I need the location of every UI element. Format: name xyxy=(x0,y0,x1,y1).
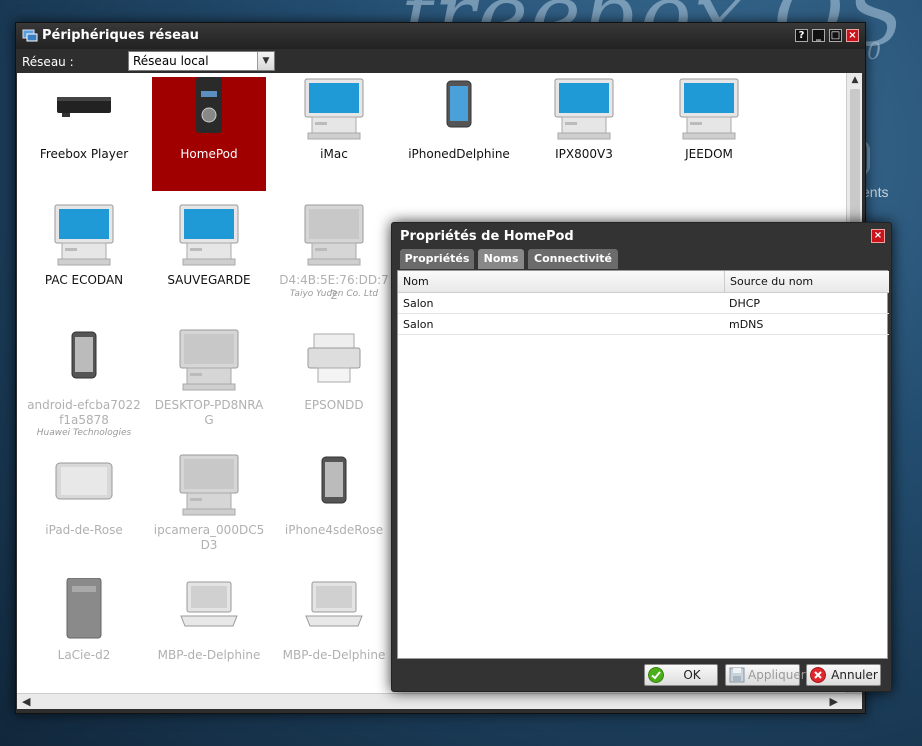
table-header: Nom Source du nom xyxy=(398,271,889,293)
device-name: ipcamera_000DC5D3 xyxy=(153,523,265,552)
column-header-name[interactable]: Nom xyxy=(398,271,724,293)
monitor-icon xyxy=(179,454,239,516)
horizontal-scrollbar[interactable]: ◀ ▶ xyxy=(17,693,862,709)
laptop-icon xyxy=(305,581,363,627)
device-item[interactable]: PAC ECODAN xyxy=(27,203,141,317)
device-name: iMac xyxy=(320,147,348,161)
device-name: LaCie-d2 xyxy=(57,648,111,662)
device-item[interactable]: iPad-de-Rose xyxy=(27,453,141,567)
device-vendor: Huawei Technologies xyxy=(36,428,132,438)
column-header-source[interactable]: Source du nom xyxy=(724,271,889,293)
cell-source: mDNS xyxy=(729,318,764,331)
device-item[interactable]: iPhone4sdeRose xyxy=(277,453,391,567)
dialog-title: Propriétés de HomePod xyxy=(400,229,574,244)
desktop-version-text: 0 xyxy=(867,40,881,65)
help-button[interactable]: ? xyxy=(795,29,808,42)
monitor-icon xyxy=(554,78,614,140)
network-select[interactable]: Réseau local ▼ xyxy=(128,51,275,71)
table-row[interactable]: Salon mDNS xyxy=(398,314,889,335)
laptop-icon xyxy=(180,581,238,627)
cancel-label: Annuler xyxy=(831,668,878,682)
network-label: Réseau : xyxy=(22,55,74,69)
homepod-icon xyxy=(196,77,222,133)
device-item[interactable]: iPhonedDelphine xyxy=(402,77,516,191)
device-item[interactable]: Freebox Player xyxy=(27,77,141,191)
table-row[interactable]: Salon DHCP xyxy=(398,293,889,314)
scroll-right-icon[interactable]: ▶ xyxy=(830,695,838,708)
device-item[interactable]: IPX800V3 xyxy=(527,77,641,191)
ok-label: OK xyxy=(683,668,701,682)
scroll-up-icon[interactable]: ▲ xyxy=(847,75,863,85)
device-item[interactable]: SAUVEGARDE xyxy=(152,203,266,317)
device-name: Freebox Player xyxy=(39,147,129,161)
cancel-icon xyxy=(810,667,826,683)
device-name: iPhone4sdeRose xyxy=(284,523,384,537)
device-item[interactable]: JEEDOM xyxy=(652,77,766,191)
tab-properties[interactable]: Propriétés xyxy=(400,249,474,269)
device-name: IPX800V3 xyxy=(555,147,613,161)
close-button[interactable]: × xyxy=(846,29,859,42)
device-name: SAUVEGARDE xyxy=(167,273,251,287)
device-vendor: Taiyo Yuden Co. Ltd xyxy=(289,289,379,299)
device-item[interactable]: MBP-de-Delphine xyxy=(152,578,266,692)
scroll-thumb[interactable] xyxy=(850,89,860,229)
device-name: android-efcba7022f1a5878 xyxy=(27,398,141,427)
device-name: EPSONDD xyxy=(304,398,364,412)
minimize-button[interactable]: _ xyxy=(812,29,825,42)
phone-icon xyxy=(446,80,472,128)
device-item[interactable]: android-efcba7022f1a5878 Huawei Technolog… xyxy=(27,328,141,442)
tab-connectivity[interactable]: Connectivité xyxy=(528,249,618,269)
cell-name: Salon xyxy=(403,318,434,331)
dialog-close-button[interactable]: × xyxy=(871,229,885,243)
monitor-icon xyxy=(179,329,239,391)
apply-button[interactable]: Appliquer xyxy=(725,664,806,686)
device-item[interactable]: D4:4B:5E:76:DD:72 Taiyo Yuden Co. Ltd xyxy=(277,203,391,317)
device-name: DESKTOP-PD8NRAG xyxy=(154,398,264,427)
device-item[interactable]: MBP-de-Delphine xyxy=(277,578,391,692)
device-name: MBP-de-Delphine xyxy=(282,648,386,662)
ok-button[interactable]: OK xyxy=(644,664,718,686)
monitor-icon xyxy=(179,204,239,266)
freebox-player-icon xyxy=(57,97,111,117)
cancel-button[interactable]: Annuler xyxy=(806,664,881,686)
device-item[interactable]: ipcamera_000DC5D3 xyxy=(152,453,266,567)
device-item[interactable]: iMac xyxy=(277,77,391,191)
tablet-icon xyxy=(55,462,113,500)
printer-icon xyxy=(307,333,361,383)
device-name: MBP-de-Delphine xyxy=(157,648,261,662)
monitor-icon xyxy=(679,78,739,140)
phone-icon xyxy=(71,331,97,379)
monitor-icon xyxy=(304,204,364,266)
phone-icon xyxy=(321,456,347,504)
properties-dialog: Propriétés de HomePod × Propriétés Noms … xyxy=(391,222,892,692)
device-name: iPad-de-Rose xyxy=(45,523,123,537)
device-item[interactable]: DESKTOP-PD8NRAG xyxy=(152,328,266,442)
device-name: HomePod xyxy=(180,147,238,161)
names-table: Nom Source du nom Salon DHCP Salon mDNS xyxy=(397,270,889,659)
apply-label: Appliquer xyxy=(748,668,806,682)
device-item[interactable]: LaCie-d2 xyxy=(27,578,141,692)
tab-names[interactable]: Noms xyxy=(478,249,524,269)
maximize-button[interactable]: □ xyxy=(829,29,842,42)
window-title: Périphériques réseau xyxy=(42,28,199,43)
window-titlebar[interactable]: Périphériques réseau ? _ □ × xyxy=(16,23,865,49)
device-name: JEEDOM xyxy=(685,147,733,161)
network-select-value: Réseau local xyxy=(133,54,209,68)
cell-source: DHCP xyxy=(729,297,761,310)
device-item[interactable]: EPSONDD xyxy=(277,328,391,442)
device-name: iPhonedDelphine xyxy=(408,147,510,161)
device-item[interactable]: HomePod xyxy=(152,77,266,191)
save-icon xyxy=(729,667,745,683)
monitor-icon xyxy=(304,78,364,140)
nas-icon xyxy=(66,578,102,639)
device-name: PAC ECODAN xyxy=(44,273,124,287)
scroll-left-icon[interactable]: ◀ xyxy=(22,695,30,708)
chevron-down-icon[interactable]: ▼ xyxy=(257,52,274,70)
network-icon xyxy=(22,29,38,42)
check-icon xyxy=(648,667,664,683)
monitor-icon xyxy=(54,204,114,266)
cell-name: Salon xyxy=(403,297,434,310)
